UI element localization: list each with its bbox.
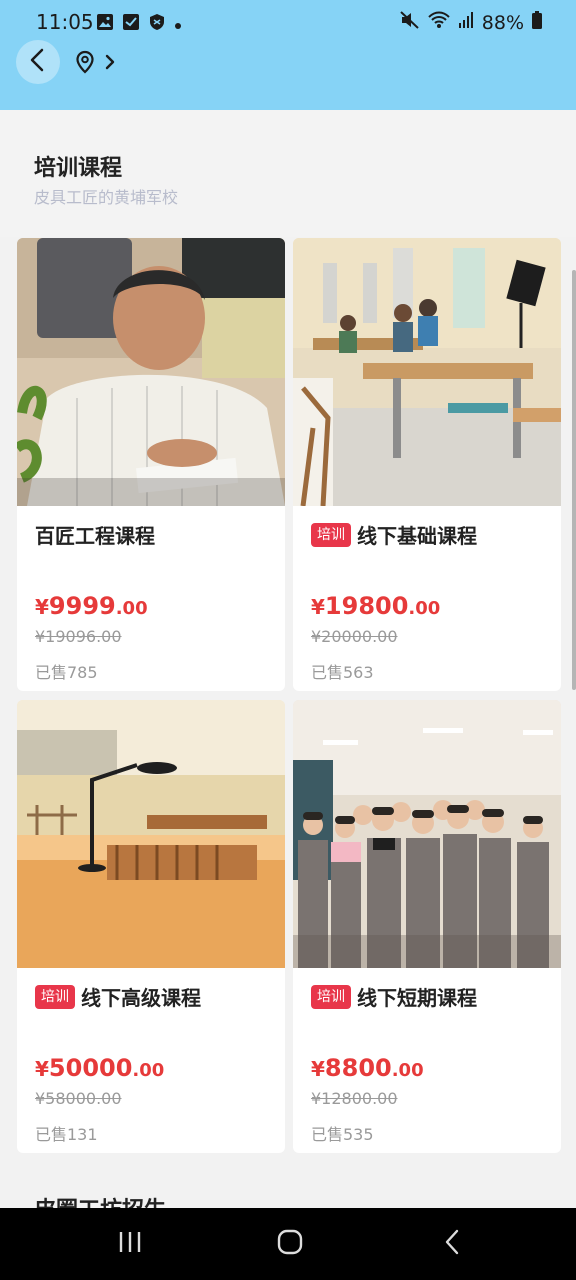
product-title: 百匠工程课程 [35, 524, 155, 548]
mute-icon [400, 11, 420, 34]
dot-icon [174, 15, 182, 34]
home-icon [277, 1229, 303, 1259]
back-button[interactable] [16, 40, 60, 84]
shield-icon [148, 13, 166, 35]
section-title: 培训课程 [34, 156, 123, 181]
product-card[interactable]: 培训 线下短期课程 ¥8800.00 ¥12800.00 已售535 [293, 700, 561, 1153]
sold-count: 已售535 [311, 1125, 374, 1144]
product-title: 线下短期课程 [357, 986, 477, 1010]
next-section-title: 皮圈工坊招生 [34, 1192, 166, 1208]
original-price: ¥20000.00 [311, 627, 398, 646]
home-button[interactable] [260, 1226, 320, 1262]
battery-icon [532, 11, 542, 34]
training-tag: 培训 [35, 984, 75, 1009]
original-price: ¥58000.00 [35, 1089, 122, 1108]
nav-back-button[interactable] [422, 1226, 482, 1262]
scrollbar[interactable] [572, 270, 576, 690]
original-price: ¥19096.00 [35, 627, 122, 646]
signal-icon [458, 11, 474, 34]
recent-apps-button[interactable] [100, 1226, 160, 1262]
product-image [17, 238, 285, 506]
location-pin-icon [74, 50, 96, 78]
sold-count: 已售131 [35, 1125, 98, 1144]
system-navigation-bar [0, 1208, 576, 1280]
product-title: 线下高级课程 [81, 986, 201, 1010]
product-price: ¥9999.00 [35, 592, 148, 620]
location-selector[interactable] [74, 50, 116, 78]
sold-count: 已售785 [35, 663, 98, 682]
product-price: ¥19800.00 [311, 592, 441, 620]
product-card[interactable]: 培训 线下基础课程 ¥19800.00 ¥20000.00 已售563 [293, 238, 561, 691]
recent-apps-icon [117, 1230, 143, 1258]
product-image [17, 700, 285, 968]
product-card[interactable]: 百匠工程课程 ¥9999.00 ¥19096.00 已售785 [17, 238, 285, 691]
product-image [293, 238, 561, 506]
wifi-icon [428, 11, 450, 34]
sold-count: 已售563 [311, 663, 374, 682]
original-price: ¥12800.00 [311, 1089, 398, 1108]
status-bar: 11:05 88% [0, 0, 576, 44]
check-box-icon [122, 13, 140, 35]
section-header: 培训课程 皮具工匠的黄埔军校 [0, 110, 576, 237]
product-image [293, 700, 561, 968]
page-content[interactable]: 培训课程 皮具工匠的黄埔军校 百匠工程课程 ¥9999.00 ¥19096.00… [0, 110, 576, 1208]
image-icon [96, 13, 114, 35]
product-title: 线下基础课程 [357, 524, 477, 548]
section-subtitle: 皮具工匠的黄埔军校 [34, 188, 179, 207]
back-icon [443, 1229, 461, 1259]
status-time: 11:05 [36, 10, 94, 34]
training-tag: 培训 [311, 522, 351, 547]
battery-text: 88% [481, 11, 524, 34]
product-card[interactable]: 培训 线下高级课程 ¥50000.00 ¥58000.00 已售131 [17, 700, 285, 1153]
chevron-left-icon [28, 48, 48, 76]
product-price: ¥50000.00 [35, 1054, 165, 1082]
app-header [0, 40, 576, 110]
product-price: ¥8800.00 [311, 1054, 424, 1082]
chevron-right-icon [104, 53, 116, 75]
training-tag: 培训 [311, 984, 351, 1009]
